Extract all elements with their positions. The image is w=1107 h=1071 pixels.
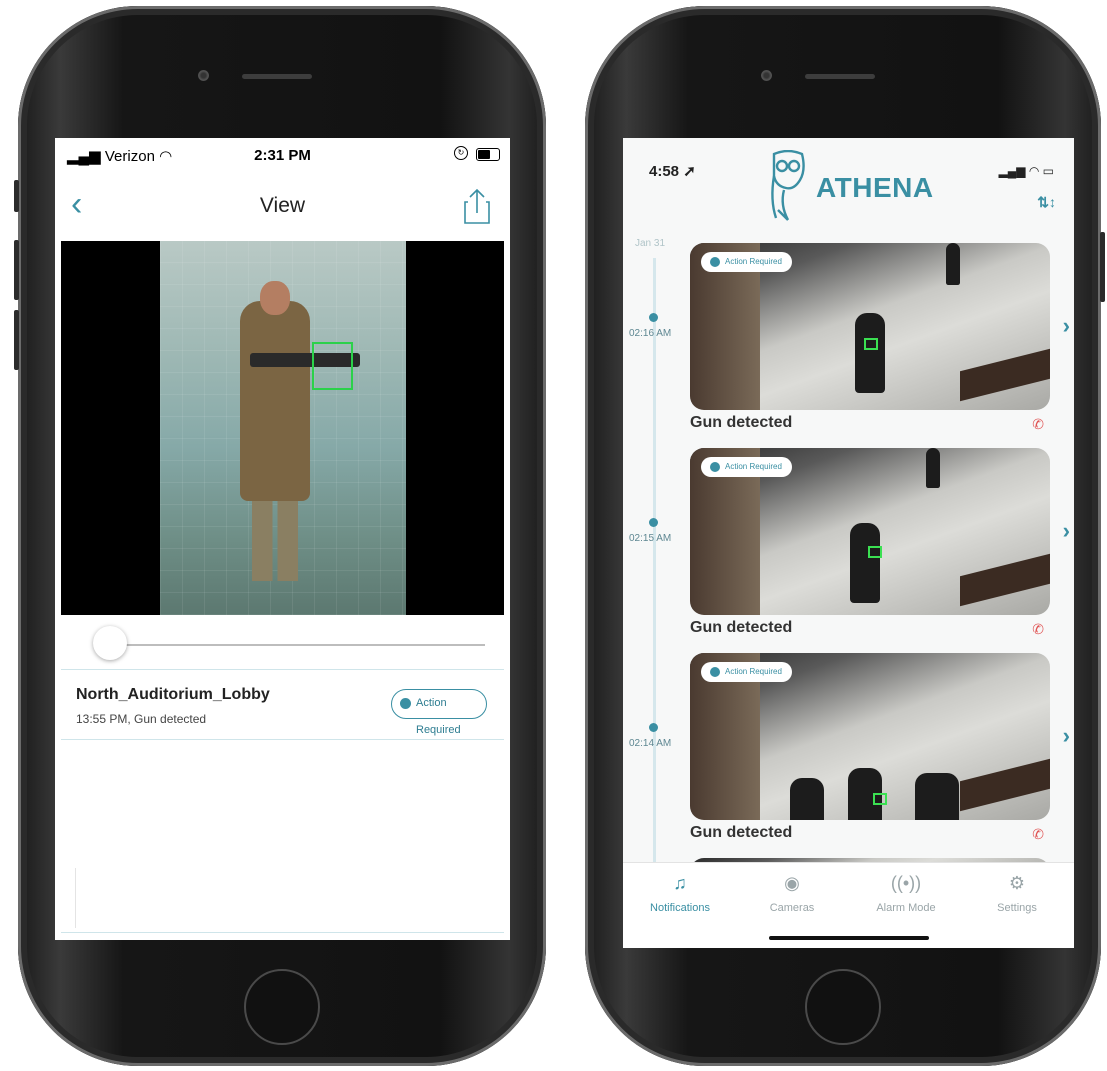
alert-time: 02:16 AM	[629, 328, 672, 339]
owl-icon	[771, 150, 805, 221]
action-required-badge: Action Required	[701, 457, 792, 477]
bell-icon: ♫	[673, 873, 687, 893]
front-camera	[198, 70, 209, 81]
slider-knob[interactable]	[92, 626, 127, 660]
action-required-badge: Action Required	[701, 252, 792, 272]
railing	[960, 553, 1050, 607]
gear-icon: ⚙	[1008, 873, 1026, 893]
tab-alarm-mode[interactable]: ((•)) Alarm Mode	[861, 873, 951, 914]
tab-label: Notifications	[650, 902, 710, 914]
left-screen: ▂▄▆ Verizon ◠ 2:31 PM ↻ ‹ View North_Aud…	[55, 138, 510, 940]
person-head	[260, 281, 290, 315]
home-button[interactable]	[805, 969, 881, 1045]
empty-area-marker	[75, 868, 76, 928]
detection-box	[864, 338, 878, 350]
timeline-line	[653, 258, 656, 868]
video-frame	[160, 241, 406, 615]
call-icon[interactable]: ✆	[1032, 826, 1044, 843]
alert-caption: Gun detected	[690, 619, 793, 636]
rotation-lock-icon: ↻	[454, 146, 468, 160]
detection-box	[873, 793, 887, 805]
detection-box	[868, 546, 882, 558]
action-required-badge: Action Required	[701, 662, 792, 682]
timeline-date: Jan 31	[635, 238, 666, 249]
timeline-dot	[649, 518, 658, 527]
front-camera	[761, 70, 772, 81]
earpiece	[805, 74, 875, 79]
person-legs	[252, 491, 298, 581]
tab-cameras[interactable]: ◉ Cameras	[747, 873, 837, 914]
page-title: View	[259, 194, 306, 217]
tab-notifications[interactable]: ♫ Notifications	[635, 873, 725, 914]
call-icon[interactable]: ✆	[1032, 621, 1044, 638]
chevron-right-icon[interactable]: ›	[1063, 518, 1070, 544]
video-player[interactable]	[61, 241, 504, 615]
home-button[interactable]	[244, 969, 320, 1045]
tab-bar: ♫ Notifications ◉ Cameras ((•)) Alarm Mo…	[623, 862, 1074, 948]
detection-box	[312, 342, 353, 390]
nav-bar: ‹ View	[55, 176, 510, 238]
alert-card[interactable]: Action Required	[690, 448, 1050, 615]
person-figure	[240, 301, 310, 501]
alert-time: 02:15 AM	[629, 533, 672, 544]
eye-icon: ◉	[784, 873, 800, 893]
brand-name: ATHENA	[816, 172, 934, 203]
alert-card[interactable]: Action Required	[690, 653, 1050, 820]
person-figure	[855, 313, 885, 393]
action-required-button[interactable]: Action Required	[391, 689, 487, 736]
person-figure	[850, 523, 880, 603]
battery-icon	[476, 148, 500, 161]
alert-time: 02:14 AM	[629, 738, 672, 749]
person-figure	[790, 778, 824, 820]
status-time: 4:58 ➚	[649, 163, 696, 180]
call-icon[interactable]: ✆	[1032, 416, 1044, 433]
slider-track	[95, 644, 485, 646]
tab-label: Alarm Mode	[876, 902, 936, 914]
playback-slider[interactable]	[55, 618, 510, 668]
athena-logo: ATHENA	[766, 150, 936, 225]
railing	[960, 758, 1050, 812]
timeline-dot	[649, 313, 658, 322]
person-figure	[926, 448, 940, 488]
volume-down-button	[14, 310, 19, 370]
alert-caption: Gun detected	[690, 414, 793, 431]
right-screen: 4:58 ➚ ▂▄▆ ◠ ▭ ATHENA ⇅↕ Jan 31 02:16 AM…	[623, 138, 1074, 948]
divider	[61, 932, 504, 933]
person-figure	[946, 243, 960, 285]
signal-wifi-battery-icons: ▂▄▆ ◠ ▭	[998, 164, 1054, 178]
chevron-right-icon[interactable]: ›	[1063, 313, 1070, 339]
person-figure	[915, 773, 959, 820]
tab-label: Settings	[997, 902, 1037, 914]
home-indicator	[769, 936, 929, 940]
filter-icon[interactable]: ⇅↕	[1037, 194, 1056, 211]
timeline-dot	[649, 723, 658, 732]
earpiece	[242, 74, 312, 79]
chevron-right-icon[interactable]: ›	[1063, 723, 1070, 749]
alert-card[interactable]: Action Required	[690, 243, 1050, 410]
share-icon[interactable]	[464, 188, 490, 224]
divider	[61, 739, 504, 740]
railing	[960, 348, 1050, 402]
tab-label: Cameras	[769, 902, 815, 914]
status-bar: ▂▄▆ Verizon ◠ 2:31 PM ↻	[55, 138, 510, 174]
volume-up-button	[14, 240, 19, 300]
status-time: 2:31 PM	[254, 147, 311, 164]
tab-settings[interactable]: ⚙ Settings	[972, 873, 1062, 914]
event-detail: 13:55 PM, Gun detected	[76, 712, 207, 726]
power-button	[1100, 232, 1105, 302]
divider	[61, 669, 504, 670]
broadcast-icon: ((•))	[890, 873, 922, 893]
mute-switch	[14, 180, 19, 212]
alert-caption: Gun detected	[690, 824, 793, 841]
camera-location: North_Auditorium_Lobby	[76, 686, 270, 703]
